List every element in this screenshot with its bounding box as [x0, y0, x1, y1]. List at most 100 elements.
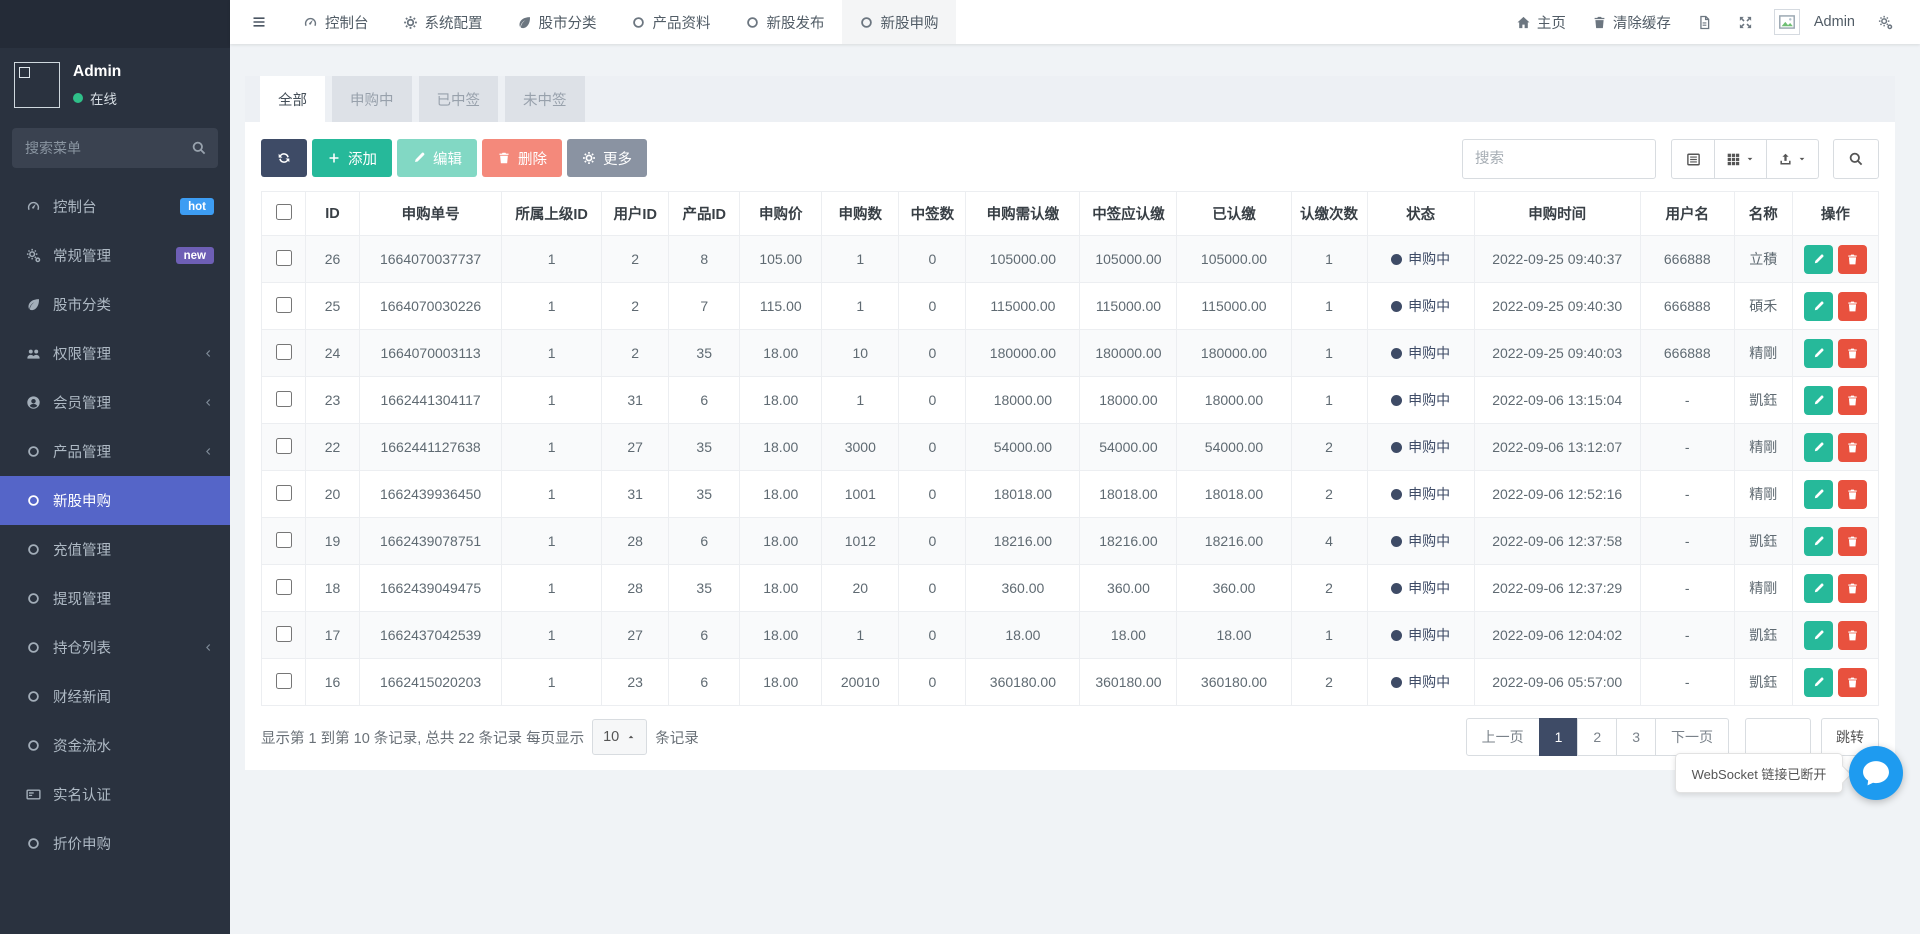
row-edit-button[interactable]	[1803, 667, 1833, 697]
columns-button[interactable]	[1715, 139, 1767, 179]
row-edit-button[interactable]	[1803, 291, 1833, 321]
cell: 2	[601, 329, 670, 377]
page-button[interactable]: 1	[1538, 718, 1579, 756]
row-delete-button[interactable]	[1837, 338, 1867, 368]
delete-button[interactable]: 删除	[482, 139, 562, 177]
cell: 35	[668, 564, 741, 612]
row-edit-button[interactable]	[1803, 526, 1833, 556]
settings-gears-button[interactable]	[1865, 0, 1906, 44]
menu-search-input[interactable]	[12, 128, 218, 168]
page-button[interactable]: 2	[1577, 718, 1618, 756]
topnav-item[interactable]: 控制台	[286, 0, 386, 44]
table-row: 17 1662437042539 1 27 6 18.00 1 0 18.00 18.00 18.0…	[260, 611, 1880, 659]
topnav-item[interactable]: 产品资料	[614, 0, 728, 44]
row-checkbox[interactable]	[275, 625, 292, 642]
home-label: 主页	[1536, 15, 1566, 32]
row-delete-button[interactable]	[1837, 620, 1867, 650]
edit-button[interactable]: 编辑	[397, 139, 477, 177]
row-edit-button[interactable]	[1803, 620, 1833, 650]
more-button[interactable]: 更多	[567, 139, 647, 177]
topnav-item-label: 控制台	[325, 15, 369, 32]
row-checkbox[interactable]	[275, 437, 292, 454]
trash-icon	[1846, 441, 1859, 454]
sidebar-item[interactable]: 资金流水	[0, 721, 230, 770]
cell: 105.00	[739, 235, 823, 283]
table-search-input[interactable]	[1462, 139, 1656, 179]
cell: 凱鈺	[1733, 517, 1793, 565]
row-delete-button[interactable]	[1837, 291, 1867, 321]
add-button[interactable]: 添加	[312, 139, 392, 177]
select-all-checkbox[interactable]	[275, 203, 292, 220]
row-checkbox[interactable]	[275, 249, 292, 266]
row-checkbox[interactable]	[275, 672, 292, 689]
tab-active[interactable]: 全部	[260, 76, 325, 122]
cell: 18.00	[1079, 611, 1178, 659]
sidebar-item[interactable]: 折价申购	[0, 819, 230, 868]
sidebar-item[interactable]: 新股申购	[0, 476, 230, 525]
row-edit-button[interactable]	[1803, 479, 1833, 509]
tab-item[interactable]: 申购中	[332, 76, 412, 122]
sidebar-item[interactable]: 提现管理	[0, 574, 230, 623]
row-checkbox[interactable]	[275, 531, 292, 548]
row-delete-button[interactable]	[1837, 479, 1867, 509]
refresh-button[interactable]	[261, 139, 307, 177]
page-jump-input[interactable]	[1745, 718, 1811, 756]
pencil-icon	[1812, 300, 1825, 313]
cell: 0	[898, 470, 967, 518]
topnav-item[interactable]: 股市分类	[500, 0, 614, 44]
export-button[interactable]	[1767, 139, 1819, 179]
row-delete-button[interactable]	[1837, 385, 1867, 415]
sidebar-item[interactable]: 产品管理	[0, 427, 230, 476]
row-checkbox[interactable]	[275, 296, 292, 313]
row-delete-button[interactable]	[1837, 432, 1867, 462]
sidebar-item[interactable]: 充值管理	[0, 525, 230, 574]
topnav-username[interactable]: Admin	[1804, 14, 1865, 30]
topnav-item[interactable]: 系统配置	[386, 0, 500, 44]
detail-view-button[interactable]	[1671, 139, 1715, 179]
row-delete-button[interactable]	[1837, 244, 1867, 274]
row-checkbox[interactable]	[275, 390, 292, 407]
row-checkbox[interactable]	[275, 343, 292, 360]
cell: 1	[1290, 235, 1368, 283]
sidebar-item[interactable]: 权限管理	[0, 329, 230, 378]
clear-cache-link[interactable]: 清除缓存	[1579, 0, 1684, 44]
sidebar-item[interactable]: 会员管理	[0, 378, 230, 427]
sidebar-item[interactable]: 实名认证	[0, 770, 230, 819]
chat-widget-button[interactable]	[1849, 746, 1903, 800]
tab-item[interactable]: 已中签	[418, 76, 498, 122]
topnav-item[interactable]: 新股申购	[841, 0, 956, 44]
row-edit-button[interactable]	[1803, 385, 1833, 415]
row-delete-button[interactable]	[1837, 526, 1867, 556]
more-label: 更多	[603, 151, 632, 168]
row-checkbox[interactable]	[275, 578, 292, 595]
row-delete-button[interactable]	[1837, 573, 1867, 603]
sidebar-item[interactable]: 控制台 hot	[0, 182, 230, 231]
row-checkbox-cell	[260, 376, 307, 424]
row-edit-button[interactable]	[1803, 573, 1833, 603]
prev-page-button[interactable]: 上一页	[1465, 718, 1540, 756]
page-size-select[interactable]: 10	[592, 719, 648, 755]
home-link[interactable]: 主页	[1503, 0, 1579, 44]
sidebar-item[interactable]: 股市分类	[0, 280, 230, 329]
table-row: 24 1664070003113 1 2 35 18.00 10 0 180000.00 1800…	[260, 329, 1880, 377]
sidebar-item[interactable]: 常规管理 new	[0, 231, 230, 280]
row-checkbox-cell	[260, 329, 307, 377]
fullscreen-button[interactable]	[1725, 0, 1766, 44]
row-edit-button[interactable]	[1803, 432, 1833, 462]
pencil-icon	[1812, 347, 1825, 360]
sidebar-item[interactable]: 持仓列表	[0, 623, 230, 672]
topnav-item[interactable]: 新股发布	[728, 0, 842, 44]
search-button[interactable]	[1833, 139, 1879, 179]
tab-item[interactable]: 未中签	[505, 76, 585, 122]
status-label: 申购中	[1408, 392, 1451, 408]
page-button[interactable]: 3	[1616, 718, 1656, 756]
language-button[interactable]	[1684, 0, 1725, 44]
row-delete-button[interactable]	[1837, 667, 1867, 697]
sidebar-item[interactable]: 财经新闻	[0, 672, 230, 721]
hamburger-icon[interactable]	[240, 0, 278, 44]
next-page-button[interactable]: 下一页	[1655, 718, 1729, 756]
row-checkbox[interactable]	[275, 484, 292, 501]
topnav-avatar[interactable]	[1773, 9, 1800, 35]
row-edit-button[interactable]	[1803, 338, 1833, 368]
row-edit-button[interactable]	[1803, 244, 1833, 274]
